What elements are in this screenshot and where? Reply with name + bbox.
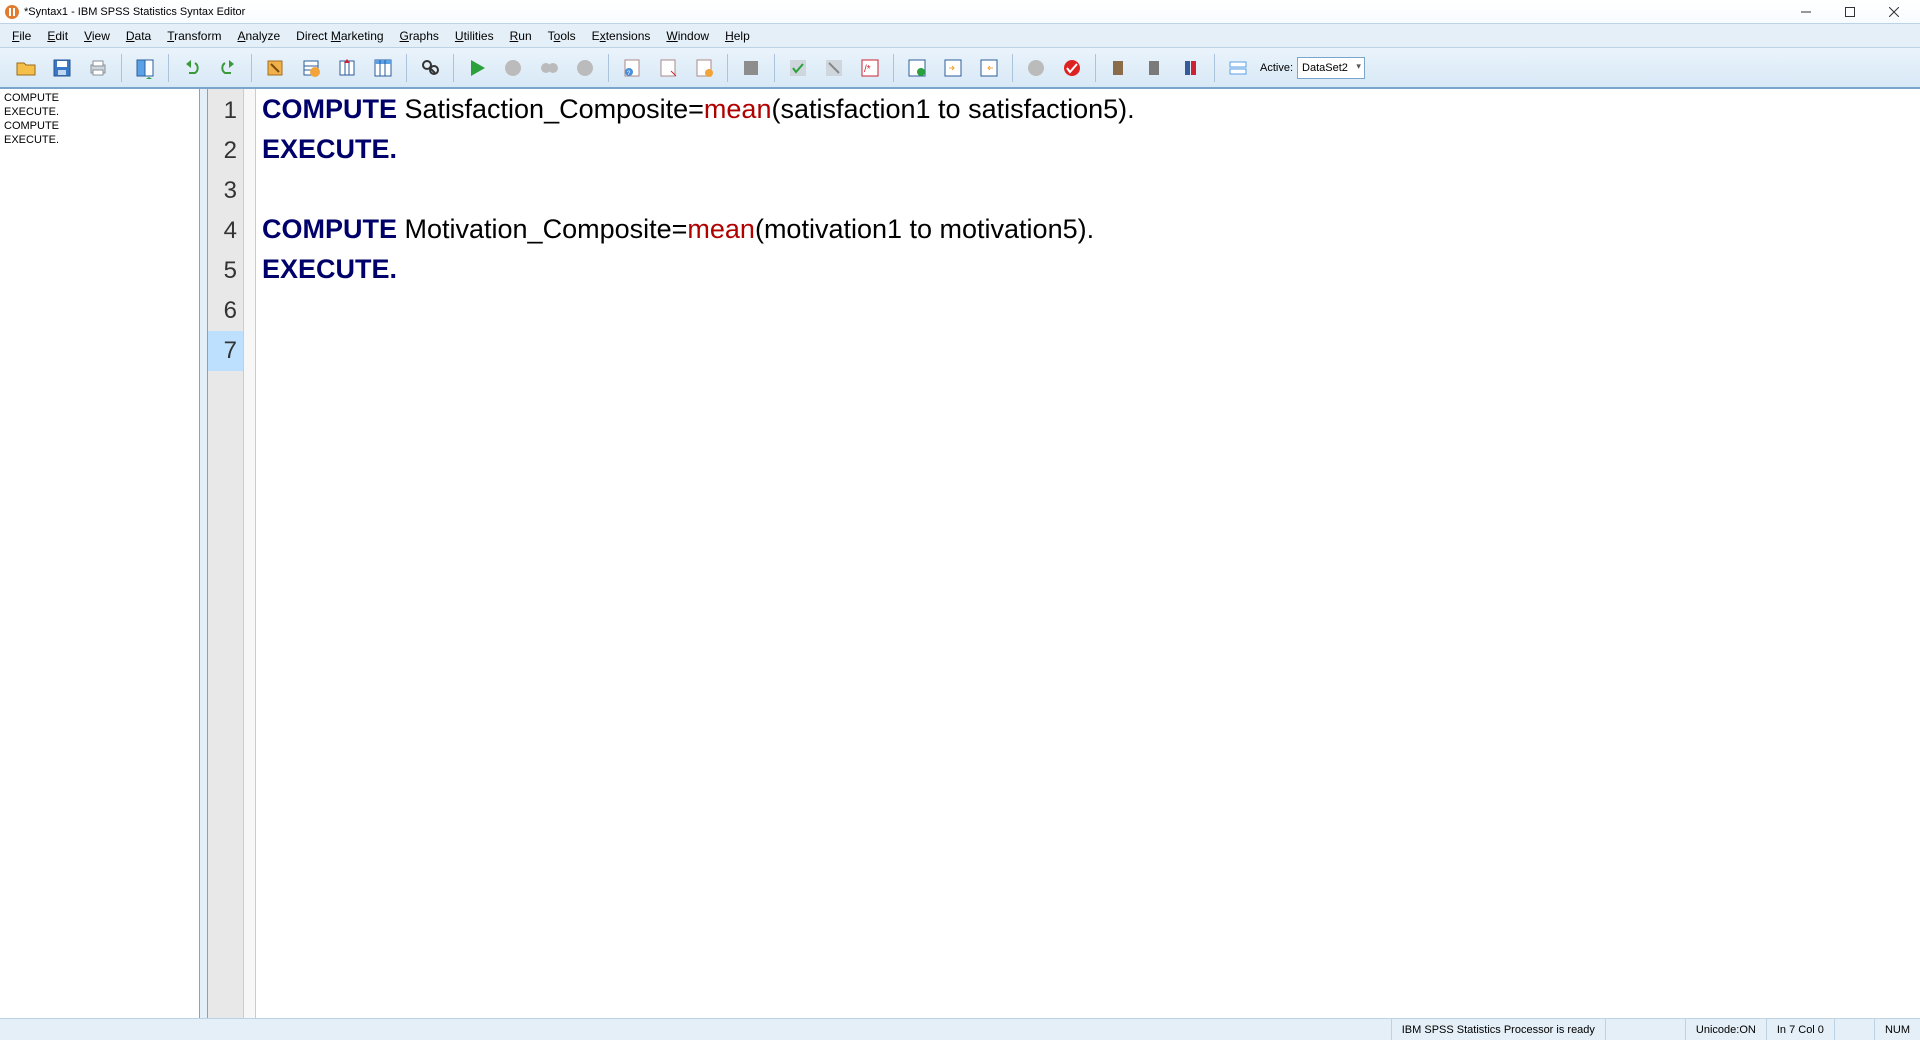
- function-name: mean: [687, 214, 755, 244]
- menu-bar: File Edit View Data Transform Analyze Di…: [0, 24, 1920, 48]
- minimize-button[interactable]: [1784, 0, 1828, 24]
- nav-item[interactable]: COMPUTE: [4, 91, 195, 105]
- continue-grayed-icon[interactable]: [533, 52, 565, 84]
- line-number: 1: [208, 91, 243, 131]
- menu-graphs[interactable]: Graphs: [392, 24, 447, 47]
- menu-edit[interactable]: Edit: [39, 24, 76, 47]
- outdent-icon[interactable]: [973, 52, 1005, 84]
- syntax-options-icon[interactable]: [688, 52, 720, 84]
- insert-cases-icon[interactable]: [295, 52, 327, 84]
- line-number: 3: [208, 171, 243, 211]
- title-bar: *Syntax1 - IBM SPSS Statistics Syntax Ed…: [0, 0, 1920, 24]
- toggle-comment-icon[interactable]: /*: [854, 52, 886, 84]
- run-selection-icon[interactable]: [461, 52, 493, 84]
- stop-grayed-icon[interactable]: [497, 52, 529, 84]
- marker-strip: [244, 89, 256, 1018]
- code-text: (satisfaction1 to satisfaction5).: [771, 94, 1134, 124]
- clear-breakpoints-icon[interactable]: [818, 52, 850, 84]
- code-line: COMPUTE Satisfaction_Composite=mean(sati…: [262, 89, 1920, 129]
- menu-data[interactable]: Data: [118, 24, 159, 47]
- line-number: 4: [208, 211, 243, 251]
- active-dataset-value: DataSet2: [1302, 62, 1348, 74]
- function-name: mean: [704, 94, 772, 124]
- code-text: Satisfaction_Composite=: [397, 94, 704, 124]
- menu-view[interactable]: View: [76, 24, 118, 47]
- close-button[interactable]: [1872, 0, 1916, 24]
- line-number: 2: [208, 131, 243, 171]
- navigator-panel[interactable]: COMPUTE EXECUTE. COMPUTE EXECUTE.: [0, 89, 200, 1018]
- code-area[interactable]: COMPUTE Satisfaction_Composite=mean(sati…: [256, 89, 1920, 1018]
- status-processor: IBM SPSS Statistics Processor is ready: [1391, 1019, 1605, 1040]
- nav-item[interactable]: COMPUTE: [4, 119, 195, 133]
- books-icon-b[interactable]: [1139, 52, 1171, 84]
- books-icon-a[interactable]: [1103, 52, 1135, 84]
- keyword: COMPUTE: [262, 94, 397, 124]
- indent-icon[interactable]: [937, 52, 969, 84]
- status-pos: In 7 Col 0: [1766, 1019, 1834, 1040]
- toggle-breakpoint-ok-icon[interactable]: [782, 52, 814, 84]
- nav-item[interactable]: EXECUTE.: [4, 105, 195, 119]
- workspace: COMPUTE EXECUTE. COMPUTE EXECUTE. 1 2 3 …: [0, 88, 1920, 1018]
- redo-icon[interactable]: [212, 52, 244, 84]
- insert-variable-icon[interactable]: [331, 52, 363, 84]
- code-line: EXECUTE.: [262, 249, 1920, 289]
- books-icon-c[interactable]: [1175, 52, 1207, 84]
- goto-case-icon[interactable]: [259, 52, 291, 84]
- status-empty: [1605, 1019, 1685, 1040]
- code-text: Motivation_Composite=: [397, 214, 687, 244]
- active-label: Active:: [1260, 62, 1293, 74]
- stop-processor-icon[interactable]: [1020, 52, 1052, 84]
- line-number: 5: [208, 251, 243, 291]
- code-line: [262, 289, 1920, 329]
- keyword: EXECUTE.: [262, 134, 397, 164]
- open-icon[interactable]: [10, 52, 42, 84]
- menu-extensions[interactable]: Extensions: [584, 24, 659, 47]
- variables-icon[interactable]: [367, 52, 399, 84]
- menu-utilities[interactable]: Utilities: [447, 24, 502, 47]
- keyword: COMPUTE: [262, 214, 397, 244]
- line-number-current: 7: [208, 331, 243, 371]
- dialog-recall-icon[interactable]: [129, 52, 161, 84]
- toolbar: ? /* Active: DataSet2: [0, 48, 1920, 88]
- menu-help[interactable]: Help: [717, 24, 758, 47]
- step-grayed-icon[interactable]: [569, 52, 601, 84]
- menu-window[interactable]: Window: [658, 24, 717, 47]
- menu-file[interactable]: File: [4, 24, 39, 47]
- menu-run[interactable]: Run: [502, 24, 540, 47]
- window-title: *Syntax1 - IBM SPSS Statistics Syntax Ed…: [24, 6, 245, 18]
- spss-app-icon: [4, 4, 20, 20]
- split-horizontal-icon[interactable]: [1222, 52, 1254, 84]
- syntax-editor: 1 2 3 4 5 6 7 COMPUTE Satisfaction_Compo…: [208, 89, 1920, 1018]
- maximize-button[interactable]: [1828, 0, 1872, 24]
- find-icon[interactable]: [414, 52, 446, 84]
- status-empty2: [1834, 1019, 1874, 1040]
- code-line: [262, 169, 1920, 209]
- print-icon[interactable]: [82, 52, 114, 84]
- new-syntax-icon[interactable]: [652, 52, 684, 84]
- code-line: COMPUTE Motivation_Composite=mean(motiva…: [262, 209, 1920, 249]
- line-number: 6: [208, 291, 243, 331]
- format-syntax-icon[interactable]: [901, 52, 933, 84]
- keyword: EXECUTE.: [262, 254, 397, 284]
- processor-ready-icon[interactable]: [1056, 52, 1088, 84]
- nav-item[interactable]: EXECUTE.: [4, 133, 195, 147]
- save-icon[interactable]: [46, 52, 78, 84]
- menu-direct-marketing[interactable]: Direct Marketing: [288, 24, 391, 47]
- svg-text:/*: /*: [864, 64, 871, 75]
- undo-icon[interactable]: [176, 52, 208, 84]
- status-num: NUM: [1874, 1019, 1920, 1040]
- vertical-splitter[interactable]: [200, 89, 208, 1018]
- syntax-help-icon[interactable]: ?: [616, 52, 648, 84]
- code-line: [262, 329, 1920, 369]
- active-dataset-dropdown[interactable]: DataSet2: [1297, 57, 1365, 79]
- status-unicode: Unicode:ON: [1685, 1019, 1766, 1040]
- menu-analyze[interactable]: Analyze: [229, 24, 288, 47]
- line-gutter: 1 2 3 4 5 6 7: [208, 89, 244, 1018]
- code-line: EXECUTE.: [262, 129, 1920, 169]
- status-bar: IBM SPSS Statistics Processor is ready U…: [0, 1018, 1920, 1040]
- outline-off-icon[interactable]: [735, 52, 767, 84]
- menu-tools[interactable]: Tools: [540, 24, 584, 47]
- code-text: (motivation1 to motivation5).: [755, 214, 1094, 244]
- menu-transform[interactable]: Transform: [159, 24, 229, 47]
